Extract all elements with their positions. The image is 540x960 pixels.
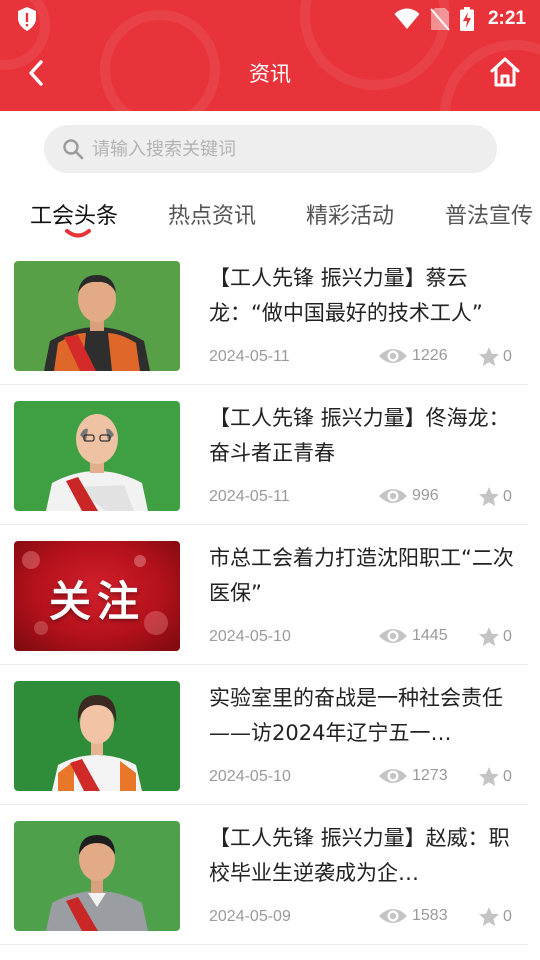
tab-legal-publicity[interactable]: 普法宣传 — [445, 198, 533, 230]
star-icon — [479, 907, 499, 926]
views-count: 1445 — [412, 627, 448, 644]
news-title: 实验室里的奋战是一种社会责任——访2024年辽宁五一… — [209, 686, 503, 745]
star-icon — [479, 487, 499, 506]
eye-icon — [379, 349, 407, 363]
view-count: 1273 — [378, 766, 448, 786]
security-shield-icon — [18, 7, 36, 31]
news-date: 2024-05-10 — [209, 628, 291, 645]
search-input[interactable] — [92, 138, 472, 160]
star-icon — [479, 627, 499, 646]
stars-count: 0 — [503, 348, 512, 365]
news-title: 【工人先锋 振兴力量】佟海龙：奋斗者正青春 — [209, 406, 510, 465]
search-icon — [63, 139, 84, 160]
news-title: 市总工会着力打造沈阳职工“二次医保” — [209, 546, 514, 605]
news-title: 【工人先锋 振兴力量】蔡云龙：“做中国最好的技术工人” — [209, 266, 483, 325]
views-count: 996 — [412, 487, 439, 504]
view-count: 1445 — [378, 626, 448, 646]
stars-count: 0 — [503, 488, 512, 505]
search-bar[interactable] — [44, 125, 497, 173]
news-item[interactable]: 【工人先锋 振兴力量】赵威：职校毕业生逆袭成为企… 2024-05-09 158… — [0, 805, 528, 945]
tab-hot-news[interactable]: 热点资讯 — [168, 198, 256, 230]
wifi-icon — [394, 8, 420, 29]
eye-icon — [379, 909, 407, 923]
views-count: 1226 — [412, 347, 448, 364]
eye-icon — [379, 489, 407, 503]
favorite-count: 0 — [478, 626, 512, 648]
news-item[interactable]: 关注 市总工会着力打造沈阳职工“二次医保” 2024-05-10 1445 0 — [0, 525, 528, 665]
news-date: 2024-05-10 — [209, 768, 291, 785]
news-date: 2024-05-11 — [209, 348, 290, 365]
favorite-count: 0 — [478, 906, 512, 928]
title-bar: 资讯 — [0, 38, 540, 111]
tab-activities[interactable]: 精彩活动 — [306, 198, 394, 230]
view-count: 996 — [378, 486, 439, 506]
tab-union-headlines[interactable]: 工会头条 — [30, 198, 118, 230]
favorite-count: 0 — [478, 766, 512, 788]
news-item[interactable]: 实验室里的奋战是一种社会责任——访2024年辽宁五一… 2024-05-10 1… — [0, 665, 528, 805]
view-count: 1583 — [378, 906, 448, 926]
news-list: 【工人先锋 振兴力量】蔡云龙：“做中国最好的技术工人” 2024-05-11 1… — [0, 245, 540, 945]
battery-charging-icon — [459, 7, 474, 31]
news-item[interactable]: 【工人先锋 振兴力量】佟海龙：奋斗者正青春 2024-05-11 996 0 — [0, 385, 528, 525]
news-thumbnail — [14, 261, 180, 371]
stars-count: 0 — [503, 768, 512, 785]
news-thumbnail: 关注 — [14, 541, 180, 651]
star-icon — [479, 767, 499, 786]
views-count: 1273 — [412, 767, 448, 784]
page-title: 资讯 — [249, 62, 291, 86]
news-date: 2024-05-09 — [209, 908, 291, 925]
eye-icon — [379, 629, 407, 643]
news-thumbnail — [14, 681, 180, 791]
news-thumbnail — [14, 821, 180, 931]
thumbnail-caption: 关注 — [48, 577, 145, 626]
news-title: 【工人先锋 振兴力量】赵威：职校毕业生逆袭成为企… — [209, 826, 510, 885]
views-count: 1583 — [412, 907, 448, 924]
no-sim-icon — [430, 8, 450, 31]
favorite-count: 0 — [478, 346, 512, 368]
news-thumbnail — [14, 401, 180, 511]
home-icon[interactable] — [488, 55, 522, 89]
star-icon — [479, 347, 499, 366]
active-tab-indicator — [65, 229, 91, 238]
news-date: 2024-05-11 — [209, 488, 290, 505]
eye-icon — [379, 769, 407, 783]
status-time: 2:21 — [487, 8, 526, 29]
favorite-count: 0 — [478, 486, 512, 508]
stars-count: 0 — [503, 628, 512, 645]
status-bar: 2:21 — [0, 0, 540, 38]
view-count: 1226 — [378, 346, 448, 366]
stars-count: 0 — [503, 908, 512, 925]
app-header: 2:21 资讯 — [0, 0, 540, 111]
news-item[interactable]: 【工人先锋 振兴力量】蔡云龙：“做中国最好的技术工人” 2024-05-11 1… — [0, 245, 528, 385]
